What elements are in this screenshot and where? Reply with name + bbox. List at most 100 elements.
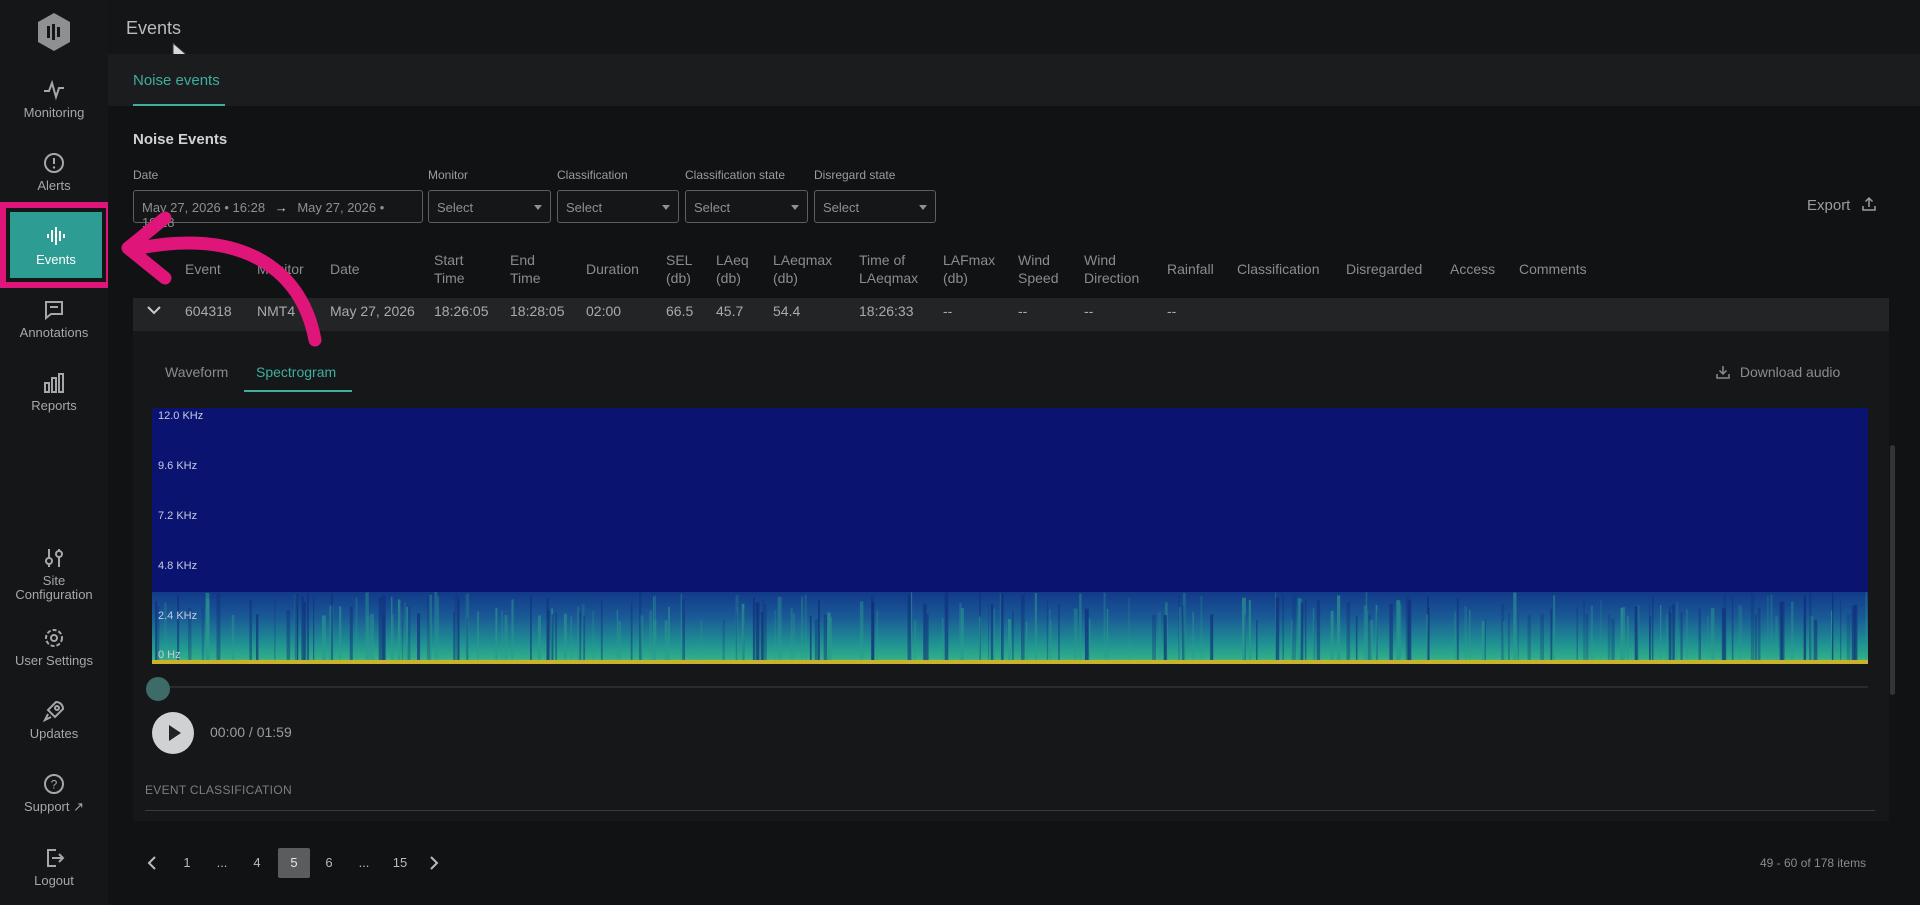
column-header-comments[interactable]: Comments [1519, 260, 1587, 278]
monitor-filter-label: Monitor [428, 168, 469, 182]
cell-wind-direction: -- [1084, 303, 1094, 319]
sidebar-item-label: Monitoring [23, 105, 85, 120]
page-button[interactable]: 15 [388, 848, 412, 878]
export-label: Export [1807, 197, 1851, 214]
download-audio-button[interactable]: Download audio [1716, 364, 1840, 380]
sidebar-item-events[interactable]: Events [10, 212, 102, 278]
sidebar-item-user-settings[interactable]: User Settings [0, 626, 108, 668]
column-header-duration[interactable]: Duration [586, 260, 639, 278]
cell-wind-speed: -- [1018, 303, 1028, 319]
column-header-laeqmax[interactable]: LAeqmax (db) [773, 251, 843, 287]
items-count: 49 - 60 of 178 items [1760, 856, 1867, 870]
chevron-right-icon[interactable] [428, 856, 440, 870]
cell-date: May 27, 2026 [330, 303, 415, 319]
tab-waveform[interactable]: Waveform [165, 364, 228, 380]
column-header-end-time[interactable]: End Time [510, 251, 560, 287]
caret-down-icon [791, 205, 799, 210]
tab-noise-events[interactable]: Noise events [133, 72, 220, 89]
app-logo-icon[interactable] [36, 12, 72, 52]
select-value: Select [437, 200, 474, 215]
column-header-time-of-laeqmax[interactable]: Time of LAeqmax [859, 251, 929, 287]
sidebar-item-alerts[interactable]: Alerts [0, 151, 108, 193]
section-title: Noise Events [133, 131, 228, 148]
play-button[interactable] [152, 712, 194, 754]
column-header-rainfall[interactable]: Rainfall [1167, 260, 1214, 278]
classification-state-filter-label: Classification state [685, 168, 786, 182]
sidebar-item-support[interactable]: ? Support ↗ [0, 772, 108, 814]
column-header-start-time[interactable]: Start Time [434, 251, 484, 287]
page-button[interactable]: 1 [176, 848, 198, 878]
column-header-access[interactable]: Access [1450, 260, 1495, 278]
page-button[interactable]: 4 [246, 848, 268, 878]
column-header-wind-speed[interactable]: Wind Speed [1018, 251, 1068, 287]
bar-chart-icon [44, 373, 64, 393]
soundwave-icon [47, 227, 65, 245]
page-title: Events [126, 18, 182, 38]
select-value: Select [823, 200, 860, 215]
gear-icon [45, 629, 63, 647]
page-button-active[interactable]: 5 [278, 848, 310, 878]
column-header-sel[interactable]: SEL (db) [666, 251, 702, 287]
sidebar-item-label: Alerts [37, 178, 71, 193]
page-button[interactable]: 6 [318, 848, 340, 878]
page-ellipsis[interactable]: ... [353, 848, 375, 878]
cell-rainfall: -- [1167, 303, 1177, 319]
column-header-laeq[interactable]: LAeq (db) [716, 251, 756, 287]
classification-select[interactable]: Select [557, 190, 679, 223]
tab-spectrogram[interactable]: Spectrogram [256, 364, 336, 380]
column-header-date[interactable]: Date [330, 260, 360, 278]
spectrogram[interactable] [152, 408, 1868, 664]
sliders-icon [45, 549, 63, 567]
page-ellipsis[interactable]: ... [211, 848, 233, 878]
frequency-label: 9.6 KHz [158, 460, 198, 472]
cell-time-of-laeqmax: 18:26:33 [859, 303, 914, 319]
cell-laeq: 45.7 [716, 303, 744, 319]
column-header-disregarded[interactable]: Disregarded [1346, 260, 1422, 278]
sidebar-item-label: Site Configuration [15, 573, 93, 602]
event-classification-heading: EVENT CLASSIFICATION [145, 783, 292, 797]
column-header-lafmax[interactable]: LAFmax (db) [943, 251, 1003, 287]
frequency-label: 7.2 KHz [158, 510, 198, 522]
disregard-state-filter-label: Disregard state [814, 168, 896, 182]
disregard-state-select[interactable]: Select [814, 190, 936, 223]
select-value: Select [566, 200, 603, 215]
column-header-wind-direction[interactable]: Wind Direction [1084, 251, 1154, 287]
playback-timecode: 00:00 / 01:59 [210, 724, 292, 740]
frequency-label: 4.8 KHz [158, 560, 198, 572]
topbar [108, 0, 1920, 54]
sidebar-item-reports[interactable]: Reports [0, 371, 108, 413]
caret-down-icon [919, 205, 927, 210]
cell-lafmax: -- [943, 303, 953, 319]
date-filter-label: Date [133, 168, 159, 182]
export-button[interactable]: Export [1807, 196, 1877, 214]
frequency-label: 12.0 KHz [158, 410, 204, 422]
download-icon [1716, 366, 1730, 379]
annotation-arrow-icon [121, 211, 322, 347]
sidebar-item-label: Support ↗ [23, 799, 85, 814]
sidebar-item-updates[interactable]: Updates [0, 699, 108, 741]
monitor-select[interactable]: Select [428, 190, 551, 223]
chevron-left-icon[interactable] [146, 856, 158, 870]
playback-progress-track[interactable] [152, 686, 1868, 688]
external-link-icon: ↗ [73, 799, 85, 814]
sidebar-item-logout[interactable]: Logout [0, 846, 108, 888]
cell-end-time: 18:28:05 [510, 303, 565, 319]
column-header-classification[interactable]: Classification [1237, 260, 1319, 278]
classification-state-select[interactable]: Select [685, 190, 808, 223]
sidebar-item-monitoring[interactable]: Monitoring [0, 78, 108, 120]
caret-down-icon [662, 205, 670, 210]
sidebar: Monitoring Alerts Events Annotations Rep… [0, 0, 112, 905]
playback-slider-handle[interactable] [146, 677, 170, 701]
pulse-icon [44, 79, 64, 101]
scrollbar[interactable] [1890, 445, 1895, 695]
sidebar-item-annotations[interactable]: Annotations [0, 298, 108, 340]
sidebar-item-site-configuration[interactable]: Site Configuration [0, 546, 108, 602]
rocket-icon [42, 700, 65, 723]
cell-laeqmax: 54.4 [773, 303, 801, 319]
sidebar-item-label: Updates [29, 726, 79, 741]
cell-duration: 02:00 [586, 303, 622, 319]
download-label: Download audio [1739, 364, 1841, 380]
sidebar-item-label: Annotations [19, 325, 89, 340]
frequency-label: 0 Hz [158, 649, 181, 661]
cell-start-time: 18:26:05 [434, 303, 489, 319]
